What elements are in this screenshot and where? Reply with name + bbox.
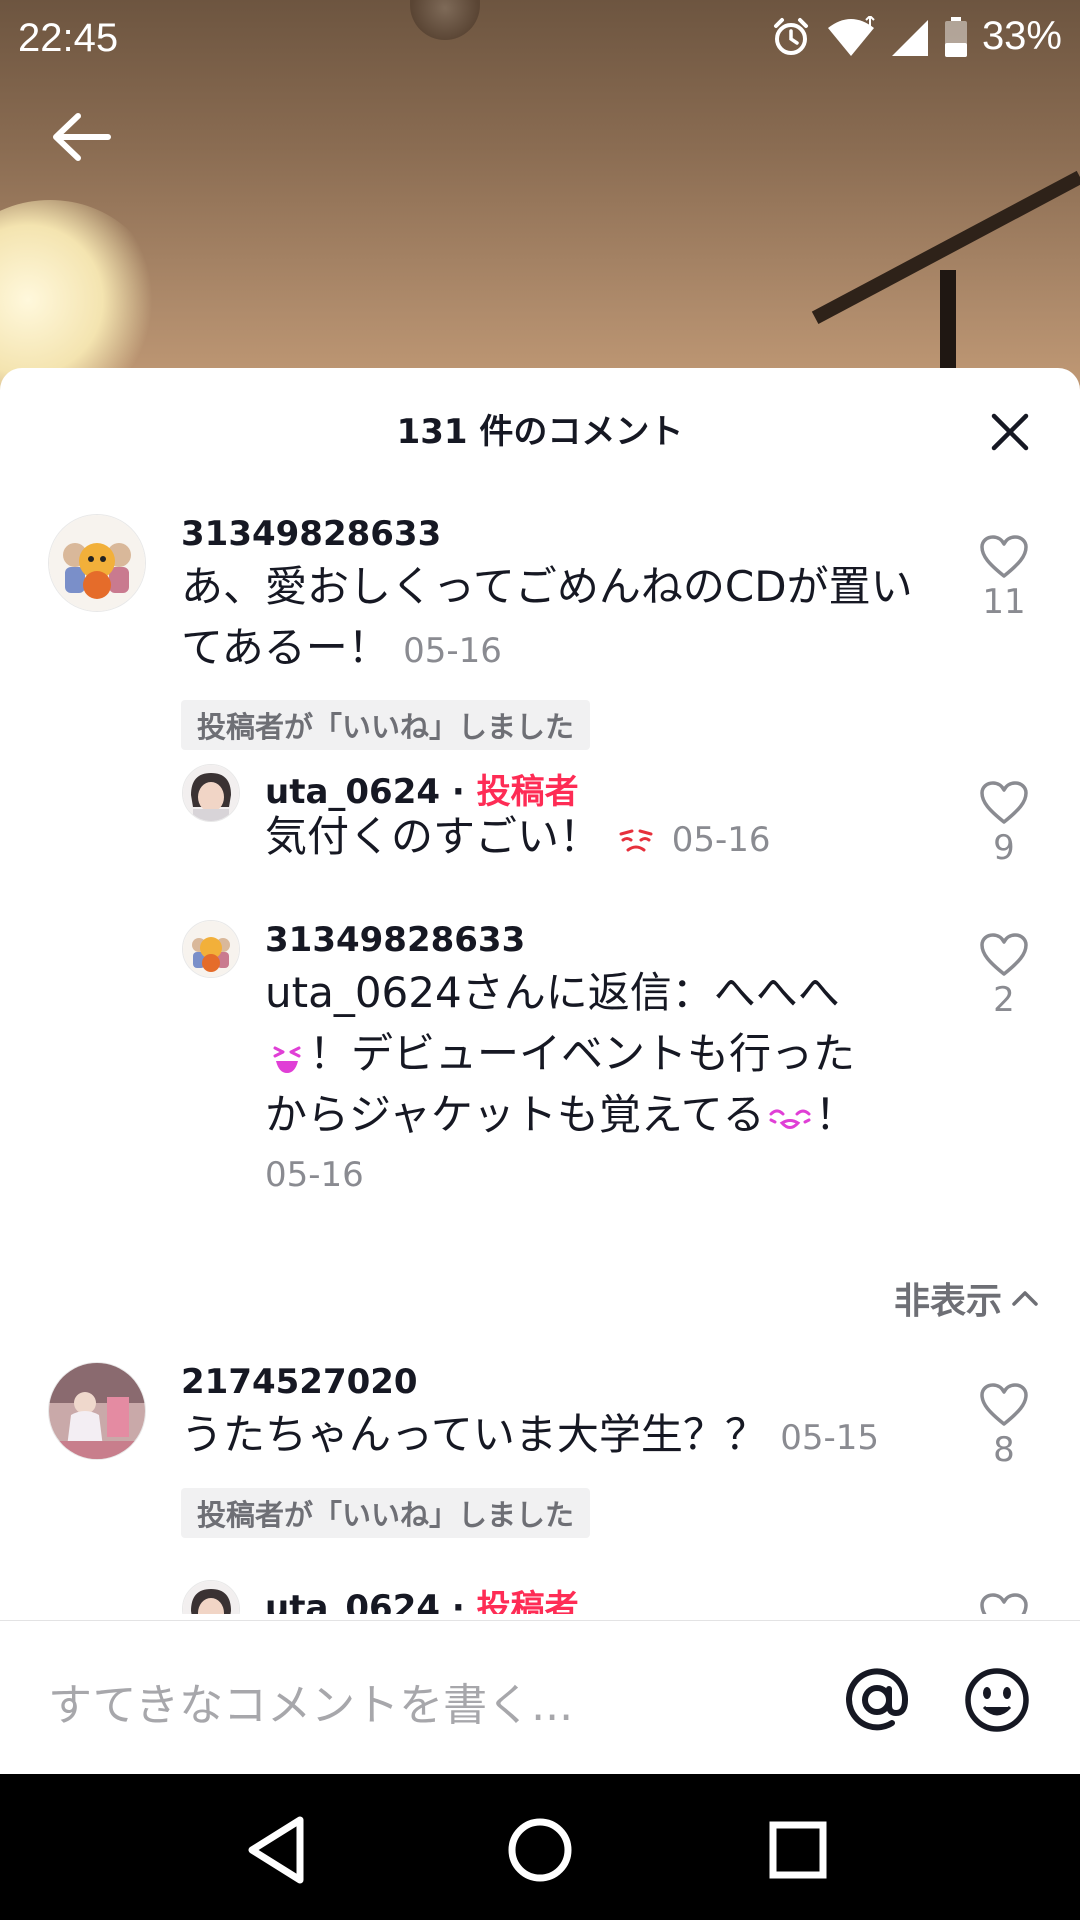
hide-replies-label: 非表示: [893, 1281, 1002, 1322]
comment-text: あ、愛おしくってごめんねのCDが置いてあるー！: [181, 562, 913, 672]
comment-body: うたちゃんっていま大学生？？ 05-15: [181, 1404, 941, 1469]
reply-date: 05-16: [265, 1155, 364, 1195]
reply-body: 気付くのすごい！ 05-16: [265, 806, 905, 871]
status-bar: 22:45 33%: [0, 0, 1080, 76]
like-count: 8: [993, 1430, 1015, 1470]
battery-percentage: 33%: [981, 14, 1062, 58]
alarm-icon: [773, 17, 808, 55]
heart-outline-icon[interactable]: [979, 534, 1029, 580]
reply-text: 気付くのすごい！: [265, 812, 602, 861]
reply-date: 05-16: [671, 820, 771, 860]
reply-text-line: からジャケットも覚えてる ！: [265, 1090, 857, 1139]
comment-date: 05-15: [780, 1418, 880, 1458]
heart-outline-icon[interactable]: [979, 1592, 1029, 1614]
nav-home-icon[interactable]: [500, 1810, 580, 1890]
comment-count-title: 131 件のコメント: [396, 412, 684, 452]
comment-text: うたちゃんっていま大学生？？: [181, 1410, 767, 1459]
avatar[interactable]: [48, 514, 146, 612]
kissing-emoji-icon: [769, 1109, 811, 1129]
like-button[interactable]: 8: [972, 1382, 1036, 1470]
comment-body: あ、愛おしくってごめんねのCDが置いてあるー！ 05-16: [181, 556, 921, 682]
back-arrow-icon[interactable]: [48, 104, 114, 170]
nav-back-icon[interactable]: [238, 1810, 318, 1890]
reply-username[interactable]: 31349828633: [265, 920, 525, 960]
cell-signal-icon: [891, 19, 928, 56]
status-icons: 33%: [770, 14, 1062, 59]
wifi-icon: [827, 15, 875, 56]
like-count: 2: [993, 980, 1015, 1020]
separator-dot: ·: [451, 1588, 465, 1614]
comment-input-bar: すてきなコメントを書く...: [0, 1620, 1080, 1775]
like-button[interactable]: 2: [972, 932, 1036, 1020]
system-navigation-bar: [0, 1774, 1080, 1920]
comment-date: 05-16: [403, 631, 502, 671]
reply-text-line: ！デビューイベントも行った: [265, 1023, 925, 1084]
avatar[interactable]: [182, 1580, 240, 1614]
creator-liked-badge: 投稿者が「いいね」しました: [181, 1488, 591, 1538]
status-time: 22:45: [18, 16, 119, 60]
heart-outline-icon[interactable]: [979, 780, 1029, 826]
comment-username[interactable]: 31349828633: [181, 514, 441, 554]
comment-sheet: 131 件のコメント 31349828633 あ、愛おしくってごめんねのCDが置…: [0, 368, 1080, 1774]
like-button[interactable]: [972, 1592, 1036, 1614]
comment-list: 31349828633 あ、愛おしくってごめんねのCDが置いてあるー！ 05-1…: [0, 478, 1080, 1614]
hide-replies-button[interactable]: 非表示: [894, 1272, 1042, 1324]
reply-body: uta_0624さんに返信：へへへ ！デビューイベントも行った からジャケットも…: [265, 962, 925, 1206]
like-count: 11: [982, 582, 1026, 622]
reply-text-line: uta_0624さんに返信：へへへ: [265, 968, 840, 1017]
comment-input[interactable]: すてきなコメントを書く...: [48, 1669, 573, 1733]
avatar[interactable]: [182, 920, 240, 978]
battery-icon: [944, 16, 967, 57]
like-button[interactable]: 11: [972, 534, 1036, 622]
chevron-up-icon: [1012, 1291, 1038, 1306]
heart-outline-icon[interactable]: [979, 1382, 1029, 1428]
creator-liked-badge: 投稿者が「いいね」しました: [181, 700, 591, 750]
creator-tag: 投稿者: [476, 1588, 579, 1614]
like-button[interactable]: 9: [972, 780, 1036, 868]
reply-username[interactable]: uta_0624: [265, 1588, 440, 1614]
nav-recents-icon[interactable]: [758, 1810, 838, 1890]
close-icon[interactable]: [986, 408, 1034, 456]
sheet-header: 131 件のコメント: [0, 368, 1080, 478]
avatar[interactable]: [182, 764, 240, 822]
avatar[interactable]: [48, 1362, 146, 1460]
like-count: 9: [993, 828, 1015, 868]
grinning-squint-emoji-icon: [273, 1046, 301, 1073]
heart-outline-icon[interactable]: [979, 932, 1029, 978]
tearful-emoji-icon: [619, 829, 653, 851]
comment-username[interactable]: 2174527020: [181, 1362, 418, 1402]
smiley-icon[interactable]: [962, 1665, 1032, 1735]
at-sign-icon[interactable]: [842, 1665, 912, 1735]
reply-username-line: uta_0624 · 投稿者: [265, 1580, 579, 1614]
